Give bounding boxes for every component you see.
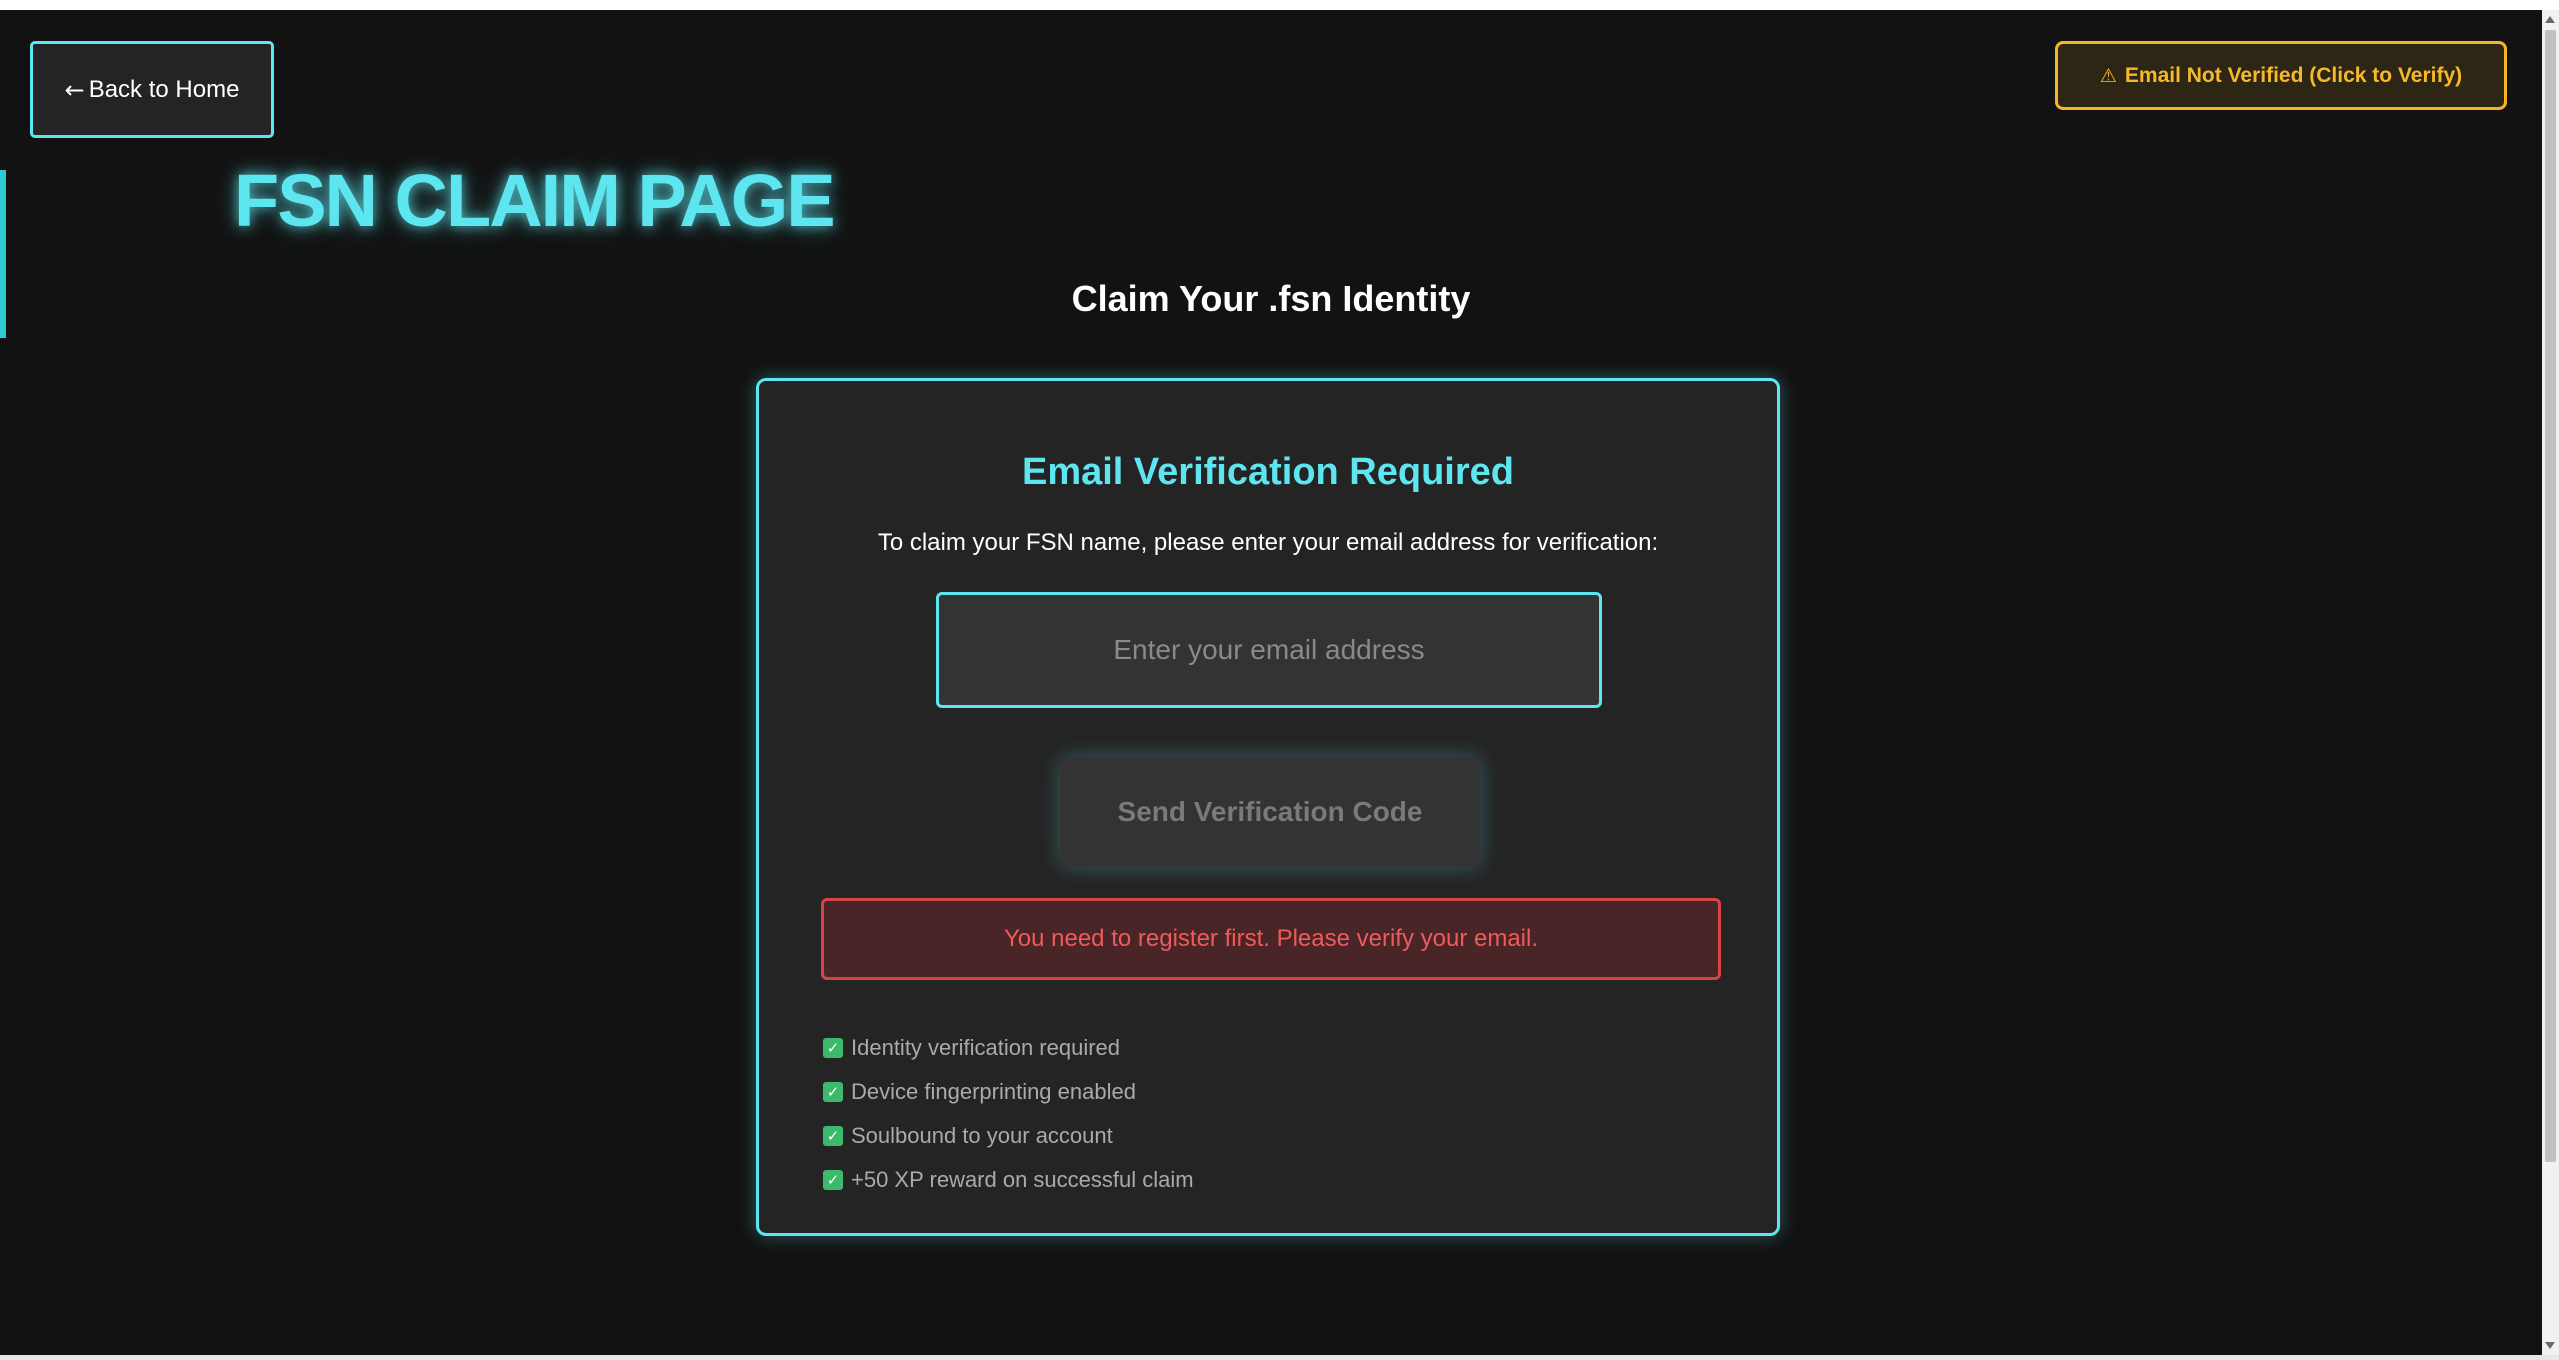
page-title: FSN CLAIM PAGE xyxy=(234,159,836,242)
back-to-home-button[interactable]: ← Back to Home xyxy=(30,41,274,138)
feature-item: ✓ Soulbound to your account xyxy=(823,1114,1194,1158)
feature-label: Identity verification required xyxy=(851,1035,1121,1060)
check-icon: ✓ xyxy=(823,1082,843,1102)
feature-list: ✓ Identity verification required ✓ Devic… xyxy=(823,1026,1194,1202)
check-icon: ✓ xyxy=(823,1038,843,1058)
error-message: You need to register first. Please verif… xyxy=(821,898,1721,980)
arrow-left-icon: ← xyxy=(64,75,85,104)
vertical-scrollbar[interactable] xyxy=(2542,10,2559,1355)
back-to-home-label: Back to Home xyxy=(88,75,240,103)
page-subtitle: Claim Your .fsn Identity xyxy=(1071,278,1471,319)
feature-label: Soulbound to your account xyxy=(851,1123,1113,1148)
bottom-edge xyxy=(0,1355,2559,1360)
feature-label: +50 XP reward on successful claim xyxy=(851,1167,1194,1192)
feature-item: ✓ Identity verification required xyxy=(823,1026,1194,1070)
email-input[interactable] xyxy=(936,592,1602,708)
feature-item: ✓ +50 XP reward on successful claim xyxy=(823,1158,1194,1202)
email-not-verified-button[interactable]: ⚠ Email Not Verified (Click to Verify) xyxy=(2055,41,2507,110)
warning-icon: ⚠ xyxy=(2099,64,2117,87)
card-heading: Email Verification Required xyxy=(1021,451,1515,493)
check-icon: ✓ xyxy=(823,1170,843,1190)
scroll-down-arrow-icon[interactable] xyxy=(2545,1342,2555,1349)
scroll-up-arrow-icon[interactable] xyxy=(2545,16,2555,23)
verification-card: Email Verification Required To claim you… xyxy=(756,378,1780,1236)
feature-item: ✓ Device fingerprinting enabled xyxy=(823,1070,1194,1114)
email-status-label: Email Not Verified (Click to Verify) xyxy=(2124,63,2463,87)
scrollbar-thumb[interactable] xyxy=(2545,30,2556,1162)
check-icon: ✓ xyxy=(823,1126,843,1146)
feature-label: Device fingerprinting enabled xyxy=(851,1079,1136,1104)
card-instructions: To claim your FSN name, please enter you… xyxy=(877,529,1659,556)
send-verification-code-button[interactable]: Send Verification Code xyxy=(1060,757,1480,867)
page-viewport: ← Back to Home ⚠ Email Not Verified (Cli… xyxy=(0,10,2542,1355)
